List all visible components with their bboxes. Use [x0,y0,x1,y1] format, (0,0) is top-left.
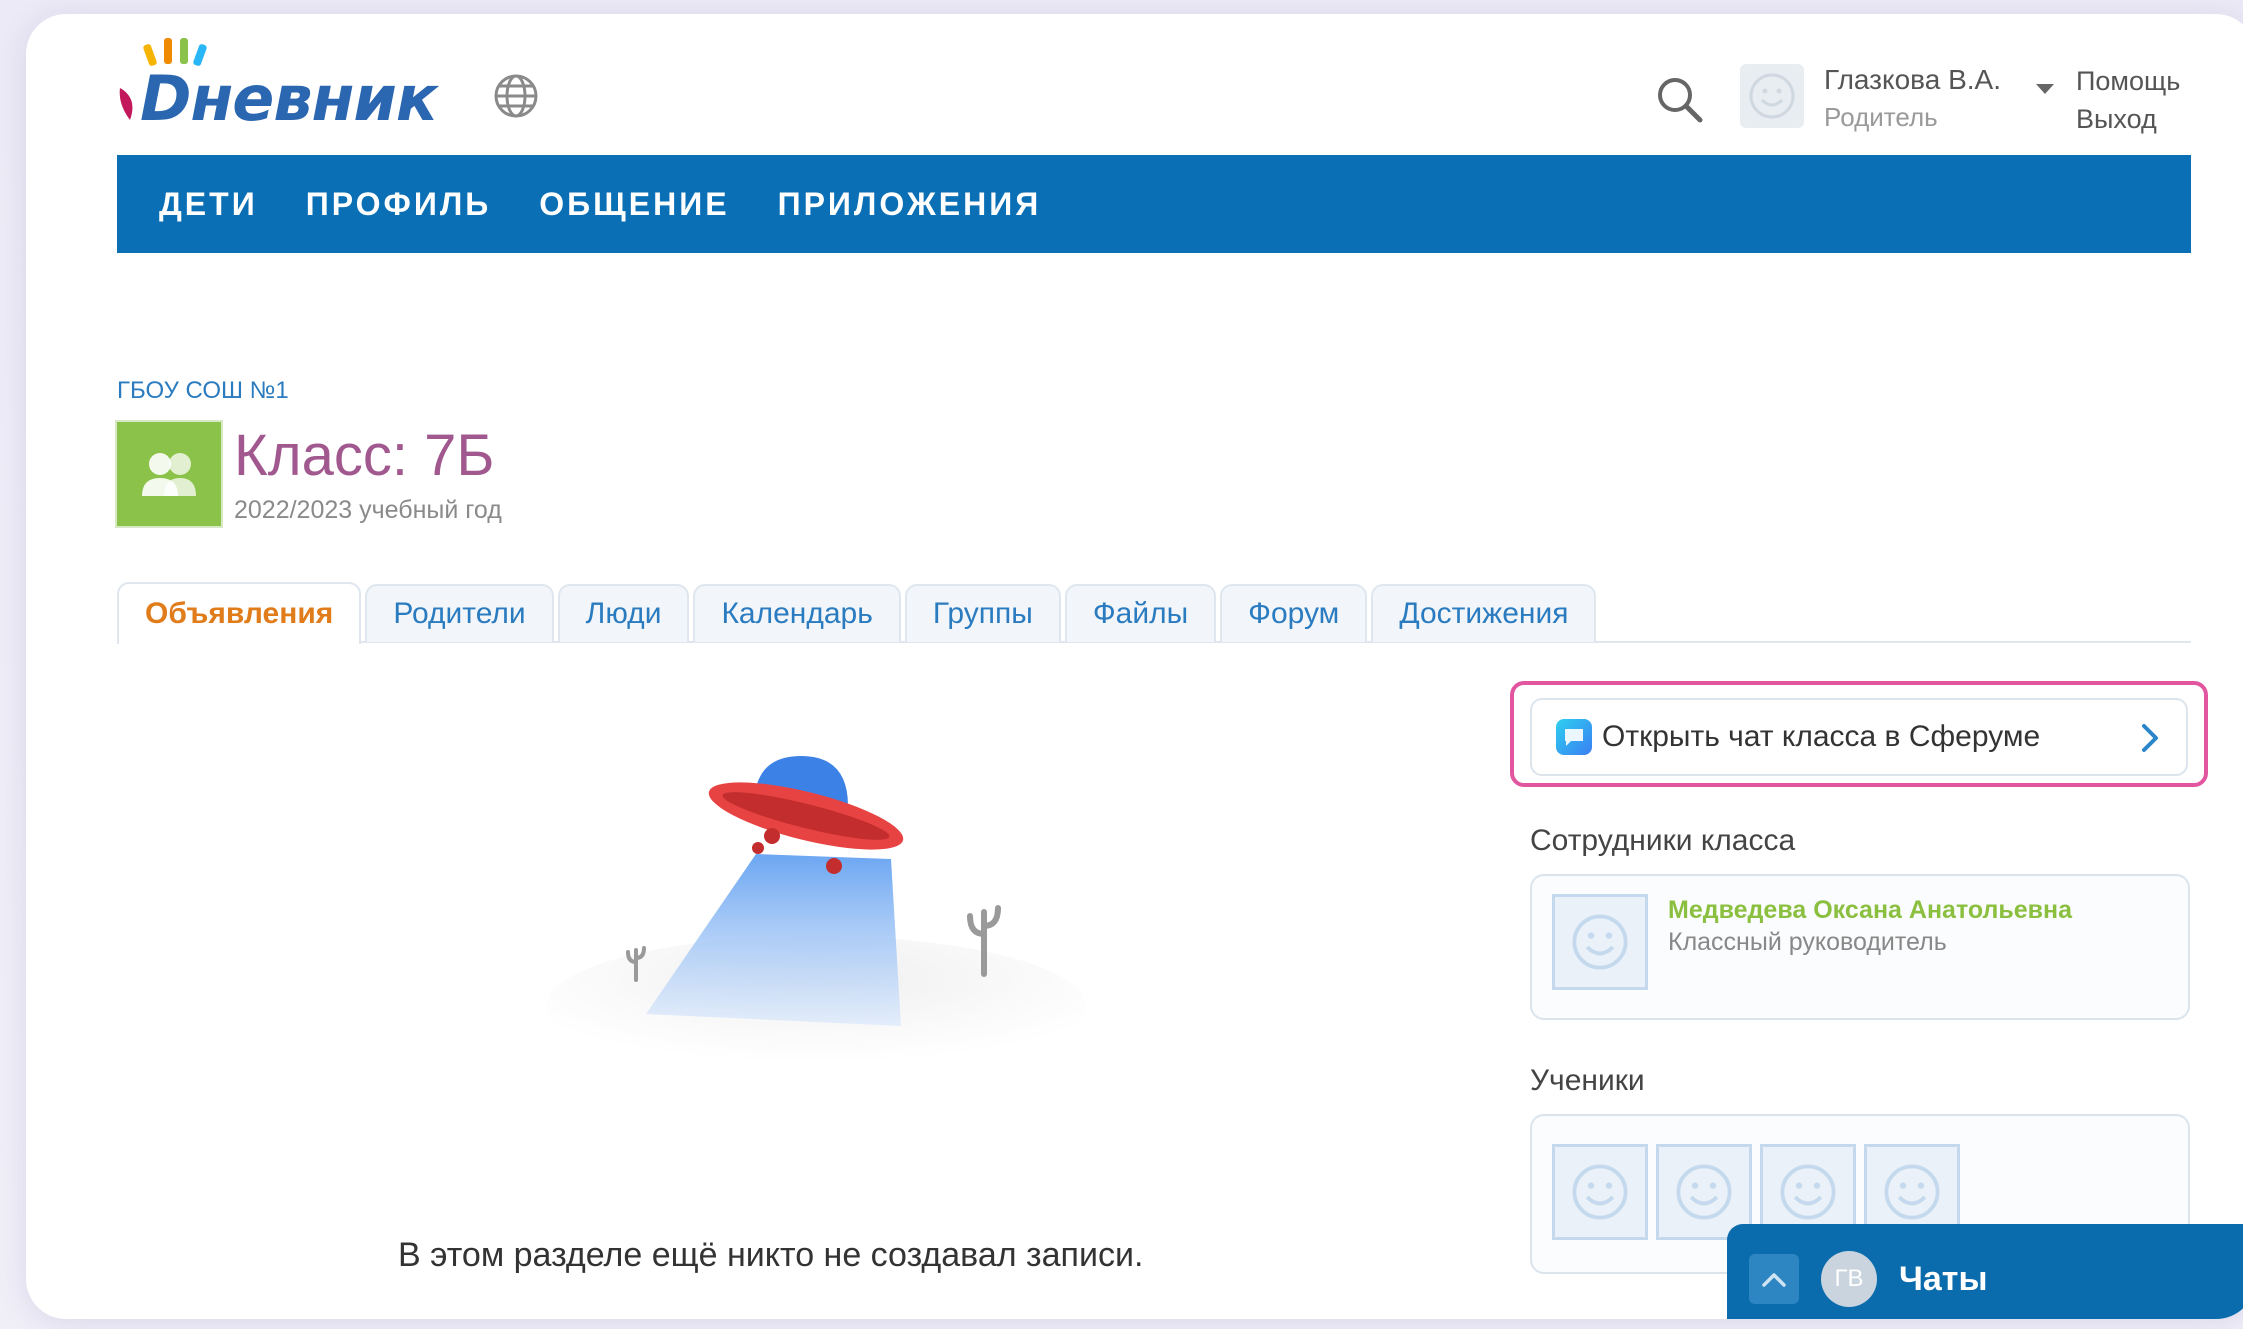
sferum-chat-icon [1556,719,1592,755]
staff-role: Классный руководитель [1668,928,1947,956]
chats-bar[interactable]: ГВ Чаты [1727,1224,2243,1319]
nav-item-profile[interactable]: ПРОФИЛЬ [306,186,492,223]
class-title: Класс: 7Б [234,423,495,488]
dnevnik-logo[interactable]: Dневник [116,34,466,144]
logout-link[interactable]: Выход [2076,104,2157,135]
empty-state-message: В этом разделе ещё никто не создавал зап… [398,1236,1144,1274]
class-tabs: Объявления Родители Люди Календарь Групп… [117,574,1600,644]
sferum-button-label: Открыть чат класса в Сферуме [1602,720,2041,753]
tab-files[interactable]: Файлы [1064,584,1217,642]
nav-item-apps[interactable]: ПРИЛОЖЕНИЯ [778,186,1042,223]
user-name[interactable]: Глазкова В.А. [1824,64,2001,96]
chevron-up-icon[interactable] [1749,1254,1799,1304]
nav-item-children[interactable]: ДЕТИ [159,186,258,223]
smiley-icon [1572,1164,1628,1220]
students-section-title: Ученики [1530,1064,1645,1097]
staff-avatar[interactable] [1552,894,1648,990]
nav-item-communication[interactable]: ОБЩЕНИЕ [539,186,729,223]
staff-name-link[interactable]: Медведева Оксана Анатольевна [1668,896,2072,925]
group-icon [142,453,196,496]
smiley-icon [1572,914,1628,970]
school-link[interactable]: ГБОУ СОШ №1 [117,377,289,405]
search-icon[interactable] [1654,74,1706,126]
tab-people[interactable]: Люди [557,584,690,642]
ufo-illustration [546,756,1086,1064]
staff-card: Медведева Оксана Анатольевна Классный ру… [1530,874,2190,1020]
tab-groups[interactable]: Группы [904,584,1061,642]
tab-calendar[interactable]: Календарь [693,584,901,642]
user-avatar[interactable] [1740,64,1804,128]
user-role: Родитель [1824,102,1938,132]
help-link[interactable]: Помощь [2076,66,2180,97]
chats-label: Чаты [1899,1259,1988,1298]
tab-parents[interactable]: Родители [365,584,554,642]
chevron-down-icon[interactable] [2036,84,2054,94]
logo-text: Dневник [140,62,438,135]
class-avatar [117,422,221,526]
tab-forum[interactable]: Форум [1220,584,1368,642]
smiley-icon [1749,73,1795,119]
school-year: 2022/2023 учебный год [234,496,502,524]
app-window: Dневник Глазкова В.А. Родитель Помощь Вы… [26,14,2243,1319]
globe-icon[interactable] [492,72,540,120]
staff-section-title: Сотрудники класса [1530,824,1796,857]
chevron-right-icon [2142,724,2158,752]
smiley-icon [1884,1164,1940,1220]
main-nav: ДЕТИ ПРОФИЛЬ ОБЩЕНИЕ ПРИЛОЖЕНИЯ [117,155,2191,253]
chats-user-avatar: ГВ [1821,1251,1877,1307]
student-avatar[interactable] [1552,1144,1648,1240]
tab-announcements[interactable]: Объявления [117,582,362,644]
tab-achievements[interactable]: Достижения [1371,584,1597,642]
smiley-icon [1676,1164,1732,1220]
open-sferum-chat-button[interactable]: Открыть чат класса в Сферуме [1530,698,2188,776]
smiley-icon [1780,1164,1836,1220]
